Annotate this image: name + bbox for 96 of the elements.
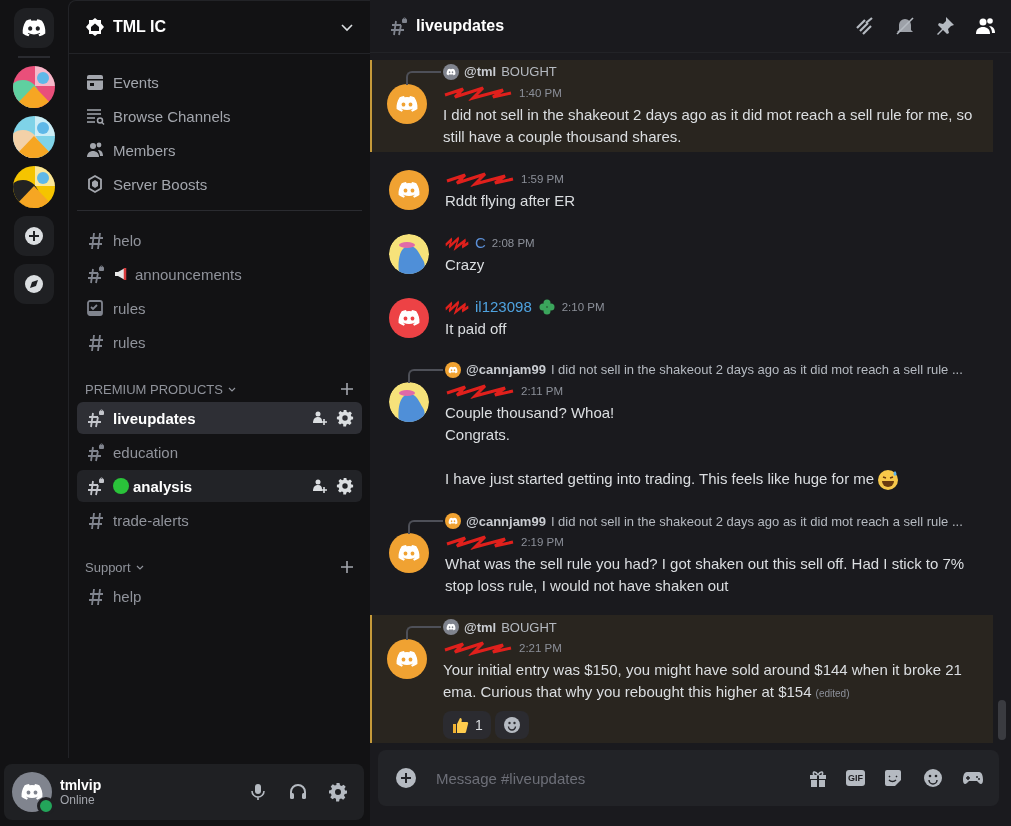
menu-item[interactable]: Server Boosts [77, 168, 362, 200]
microphone-icon [248, 782, 268, 802]
add-reaction-button[interactable] [494, 711, 529, 739]
home-button[interactable] [14, 8, 54, 48]
add-channel-icon[interactable] [340, 382, 354, 396]
smiley-icon [923, 768, 943, 788]
add-channel-icon[interactable] [340, 560, 354, 574]
user-status: Online [60, 793, 96, 807]
avatar[interactable] [387, 639, 427, 679]
channel-item[interactable]: rules [77, 292, 362, 324]
channel-item[interactable]: trade-alerts [77, 504, 362, 536]
locked-hash-icon [388, 16, 408, 36]
message-text: I have just started getting into trading. This feels like huge for me [445, 467, 977, 491]
menu-item[interactable]: Members [77, 134, 362, 166]
avatar[interactable] [389, 169, 429, 210]
avatar[interactable] [389, 533, 429, 573]
avatar[interactable] [389, 381, 429, 422]
reply-preview[interactable]: BOUGHT [501, 64, 557, 80]
timestamp: 2:19 PM [521, 536, 564, 548]
attach-button[interactable] [394, 766, 418, 790]
add-server-button[interactable] [14, 216, 54, 256]
reply-preview[interactable]: I did not sell in the shakeout 2 days ago as it did mot reach a sell rule ... [550, 513, 963, 529]
category-header[interactable]: Support [85, 559, 131, 575]
edited-label: (edited) [815, 688, 850, 699]
calendar-icon [85, 72, 105, 92]
locked-hash-icon [85, 408, 105, 428]
user-avatar[interactable] [12, 772, 52, 812]
reply-preview[interactable]: BOUGHT [501, 619, 557, 635]
message-text: Couple thousand? Whoa! Congrats. [445, 402, 616, 445]
channel-settings-icon[interactable] [336, 409, 354, 427]
boost-icon [85, 174, 105, 194]
channel-item[interactable]: announcements [77, 258, 362, 290]
headphones-icon [288, 782, 308, 802]
timestamp: 2:11 PM [521, 384, 563, 397]
menu-item[interactable]: Browse Channels [77, 100, 362, 132]
emoji-button[interactable] [921, 766, 945, 790]
channel-item[interactable]: rules [77, 326, 362, 358]
muted-bell-icon [894, 15, 916, 37]
message-text: Your initial entry was $150, you might have sold around $144 when it broke 21 ema. Curious that why you rebought this higher at $154 (edited) [443, 660, 963, 702]
locked-hash-icon [85, 442, 105, 462]
timestamp: 2:08 PM [491, 236, 535, 249]
scrollbar-thumb[interactable] [998, 700, 1006, 740]
settings-icon[interactable] [328, 782, 348, 802]
rules-icon [85, 298, 105, 318]
explore-button[interactable] [14, 264, 54, 304]
locked-hash-icon [85, 476, 105, 496]
message-text: It paid off [445, 318, 508, 339]
channel-title: liveupdates [416, 17, 506, 35]
locked-hash-icon [85, 264, 105, 284]
channel-item[interactable]: analysis [77, 470, 362, 502]
reply-mention[interactable]: @cannjam99 [466, 362, 546, 378]
thumbs-up-icon [451, 716, 469, 734]
reaction-button[interactable]: 1 [443, 711, 491, 739]
username: tmlvip [60, 777, 103, 793]
timestamp: 2:21 PM [519, 642, 562, 654]
menu-item[interactable]: Events [77, 66, 362, 98]
timestamp: 2:10 PM [561, 300, 605, 313]
compass-icon [24, 274, 44, 294]
members-icon [974, 15, 996, 37]
reply-mention[interactable]: @cannjam99 [466, 513, 546, 529]
members-icon [85, 140, 105, 160]
gif-button[interactable]: GIF [846, 770, 865, 786]
channel-item[interactable]: liveupdates [77, 402, 362, 434]
smiley-icon [502, 716, 521, 734]
avatar[interactable] [389, 233, 429, 274]
timestamp: 1:59 PM [521, 172, 564, 185]
channel-item[interactable]: help [77, 580, 362, 612]
channel-item[interactable]: education [77, 436, 362, 468]
category-header[interactable]: PREMIUM PRODUCTS [85, 381, 223, 397]
invite-icon[interactable] [312, 478, 328, 494]
message-text: Rddt flying after ER [445, 190, 577, 211]
avatar[interactable] [389, 297, 429, 338]
reply-mention[interactable]: @tml [464, 619, 497, 635]
reply-mention[interactable]: @tml [464, 64, 497, 80]
sticker-icon [883, 768, 903, 788]
invite-icon[interactable] [312, 410, 328, 426]
channel-settings-icon[interactable] [336, 477, 354, 495]
plus-icon [24, 226, 44, 246]
message-text: I did not sell in the shakeout 2 days ago as it did mot reach a sell rule for me, so still have a couple thousand shares. [443, 104, 974, 147]
reply-line [406, 70, 441, 85]
reply-line [408, 368, 443, 383]
message-text: What was the sell rule you had? I got shaken out this sell off. Had I stick to 7% stop loss rule, I would not have shaken out [445, 554, 966, 596]
server-badge-icon [85, 17, 105, 37]
author-name[interactable]: il123098 [475, 298, 532, 316]
plus-icon [395, 767, 417, 789]
list-search-icon [85, 106, 105, 126]
gift-icon [808, 768, 828, 788]
channel-item[interactable]: helo [77, 224, 362, 256]
avatar[interactable] [387, 83, 427, 124]
author-name[interactable]: C [475, 234, 486, 252]
reply-preview[interactable]: I did not sell in the shakeout 2 days ago as it did mot reach a sell rule ... [550, 362, 963, 378]
timestamp: 1:40 PM [519, 86, 562, 99]
message-input[interactable]: Message #liveupdates [434, 768, 790, 788]
message-text: Crazy [445, 254, 486, 275]
status-dot-icon [113, 478, 129, 494]
server-name[interactable]: TML IC [113, 18, 332, 36]
